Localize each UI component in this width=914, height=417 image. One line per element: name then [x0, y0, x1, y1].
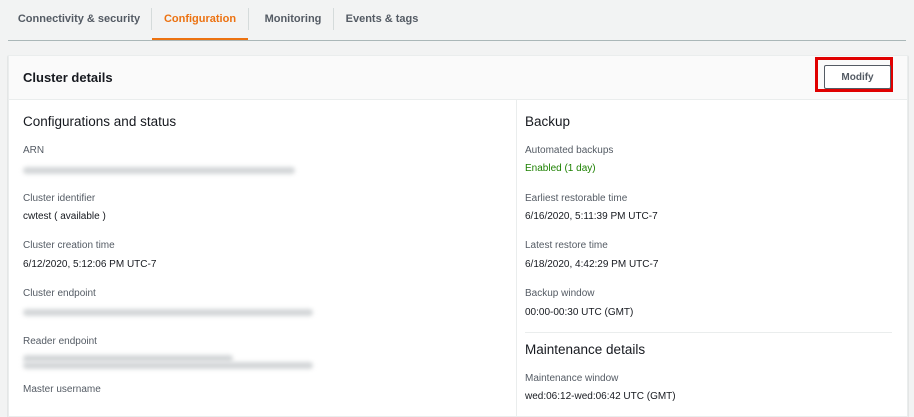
section-divider	[525, 332, 892, 333]
maintenance-details-title: Maintenance details	[525, 342, 646, 357]
tab-monitoring[interactable]: Monitoring	[256, 0, 330, 38]
reader-endpoint-value-redacted-1	[23, 355, 233, 362]
automated-backups-value: Enabled (1 day)	[525, 163, 596, 174]
earliest-restorable-time-label: Earliest restorable time	[525, 193, 628, 204]
reader-endpoint-value-redacted-2	[23, 362, 313, 369]
cluster-creation-time-value: 6/12/2020, 5:12:06 PM UTC-7	[23, 259, 157, 270]
master-username-label: Master username	[23, 384, 101, 395]
column-divider	[516, 100, 517, 416]
tab-connectivity-security[interactable]: Connectivity & security	[14, 0, 144, 38]
backup-window-value: 00:00-00:30 UTC (GMT)	[525, 307, 634, 318]
cluster-endpoint-value-redacted	[23, 309, 313, 316]
configurations-status-title: Configurations and status	[23, 114, 177, 129]
latest-restore-time-label: Latest restore time	[525, 240, 608, 251]
reader-endpoint-label: Reader endpoint	[23, 336, 97, 347]
arn-value-redacted	[23, 167, 295, 174]
automated-backups-label: Automated backups	[525, 145, 614, 156]
cluster-details-panel: Cluster details Modify Configurations an…	[8, 55, 908, 417]
cluster-creation-time-label: Cluster creation time	[23, 240, 115, 251]
maintenance-window-value: wed:06:12-wed:06:42 UTC (GMT)	[525, 391, 676, 402]
panel-header: Cluster details Modify	[9, 56, 907, 100]
earliest-restorable-time-value: 6/16/2020, 5:11:39 PM UTC-7	[525, 211, 658, 222]
tab-events-tags[interactable]: Events & tags	[341, 0, 423, 38]
latest-restore-time-value: 6/18/2020, 4:42:29 PM UTC-7	[525, 259, 659, 270]
panel-title: Cluster details	[23, 70, 113, 85]
cluster-identifier-value: cwtest ( available )	[23, 211, 106, 222]
cluster-endpoint-label: Cluster endpoint	[23, 288, 96, 299]
modify-button[interactable]: Modify	[824, 65, 891, 89]
tab-separator	[248, 8, 249, 30]
cluster-identifier-label: Cluster identifier	[23, 193, 96, 204]
arn-label: ARN	[23, 145, 45, 156]
tab-configuration[interactable]: Configuration	[152, 0, 248, 40]
backup-window-label: Backup window	[525, 288, 595, 299]
maintenance-window-label: Maintenance window	[525, 373, 619, 384]
tab-bar: Connectivity & security Configuration Mo…	[8, 0, 906, 41]
tab-separator	[333, 8, 334, 30]
backup-title: Backup	[525, 114, 571, 129]
